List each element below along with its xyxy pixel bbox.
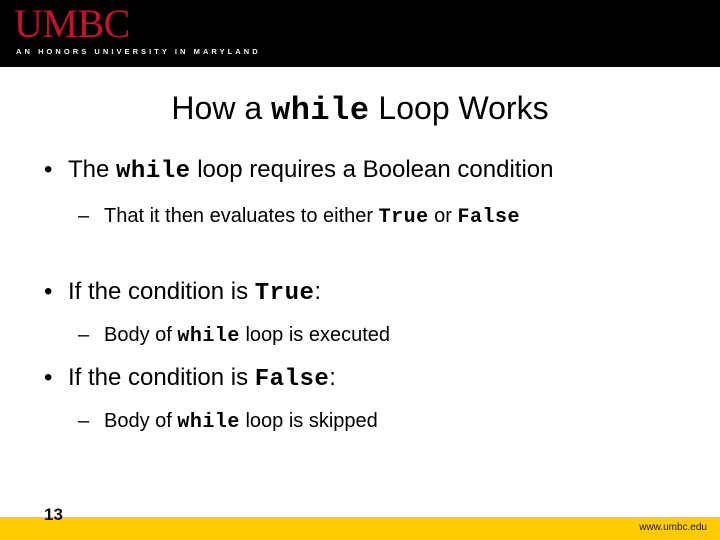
bullet-line-6: – Body of while loop is skipped: [0, 408, 720, 436]
sub-bullet-text: That it then evaluates to either True or…: [104, 205, 521, 229]
slide-title: How a while Loop Works: [0, 89, 720, 130]
bullet-text: If the condition is True:: [68, 278, 322, 307]
sub-bullet-marker: –: [78, 324, 90, 346]
slide-footer-bar: [0, 517, 720, 540]
bullet-segment-code: while: [116, 158, 191, 185]
sub-bullet-marker: –: [78, 205, 90, 227]
presentation-slide: UMBC AN HONORS UNIVERSITY IN MARYLAND Ho…: [0, 0, 720, 540]
bullet-marker: •: [44, 364, 53, 391]
sub-bullet-item: – That it then evaluates to either True o…: [0, 203, 720, 231]
bullet-segment: :: [329, 364, 336, 391]
bullet-segment: If the condition is: [68, 278, 255, 305]
bullet-marker: •: [44, 156, 53, 183]
sub-bullet-item: – Body of while loop is skipped: [0, 408, 720, 436]
bullet-text: The while loop requires a Boolean condit…: [68, 156, 554, 185]
sub-bullet-marker: –: [78, 410, 90, 432]
bullet-segment: Body of: [104, 324, 178, 346]
slide-title-part1: How a: [171, 90, 272, 126]
bullet-item: • If the condition is True:: [0, 277, 720, 309]
bullet-segment-code: False: [457, 206, 521, 229]
bullet-line-1: • The while loop requires a Boolean condi…: [0, 155, 720, 187]
page-number: 13: [44, 505, 63, 524]
bullet-segment: loop is executed: [239, 324, 391, 346]
bullet-segment: :: [314, 278, 322, 305]
bullet-segment-code: while: [177, 411, 240, 434]
bullet-segment: loop is skipped: [239, 410, 378, 432]
bullet-segment: The: [68, 156, 117, 183]
slide-header-band: UMBC AN HONORS UNIVERSITY IN MARYLAND: [0, 0, 720, 67]
bullet-item: • If the condition is False:: [0, 363, 720, 395]
bullet-segment-code: False: [254, 366, 330, 393]
bullet-segment-code: True: [378, 206, 429, 229]
slide-title-part2: Loop Works: [369, 90, 549, 126]
bullet-text: If the condition is False:: [68, 364, 336, 393]
bullet-line-4: – Body of while loop is executed: [0, 322, 720, 350]
bullet-segment: or: [428, 205, 458, 227]
bullet-line-2: – That it then evaluates to either True o…: [0, 203, 720, 231]
bullet-segment: Body of: [104, 410, 178, 432]
bullet-item: • The while loop requires a Boolean condi…: [0, 155, 720, 187]
umbc-logo-tagline: AN HONORS UNIVERSITY IN MARYLAND: [16, 47, 261, 56]
bullet-segment-code: while: [177, 325, 240, 348]
bullet-segment-code: True: [254, 280, 315, 307]
slide-title-keyword: while: [271, 92, 370, 129]
bullet-segment: If the condition is: [68, 364, 255, 391]
bullet-segment: That it then evaluates to either: [104, 205, 379, 227]
bullet-segment: loop requires a Boolean condition: [190, 156, 554, 183]
sub-bullet-text: Body of while loop is executed: [104, 324, 391, 348]
sub-bullet-text: Body of while loop is skipped: [104, 410, 378, 434]
bullet-line-5: • If the condition is False:: [0, 363, 720, 395]
sub-bullet-item: – Body of while loop is executed: [0, 322, 720, 350]
bullet-marker: •: [44, 278, 53, 305]
umbc-logo-wordmark: UMBC: [14, 1, 130, 46]
bullet-line-3: • If the condition is True:: [0, 277, 720, 309]
footer-url: www.umbc.edu: [639, 522, 707, 533]
